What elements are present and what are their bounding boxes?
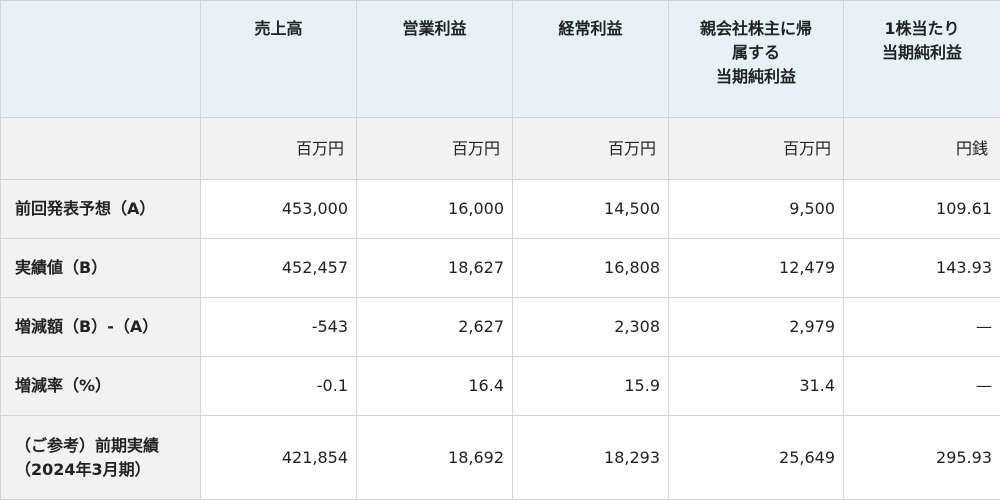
row-label: （ご参考）前期実績 （2024年3月期） [0, 415, 201, 500]
header-net-sales-label: 売上高 [254, 19, 303, 38]
value-cell: 31.4 [668, 356, 844, 416]
value-cell: 15.9 [512, 356, 669, 416]
unit-cell: 百万円 [512, 117, 669, 180]
table-row-change-amount: 増減額（B）-（A） -543 2,627 2,308 2,979 — [0, 297, 1000, 357]
value-cell: 18,692 [356, 415, 513, 500]
unit-cell: 百万円 [356, 117, 513, 180]
value-cell: — [843, 297, 1000, 357]
value-cell: 2,308 [512, 297, 669, 357]
table-row-prior-year-reference: （ご参考）前期実績 （2024年3月期） 421,854 18,692 18,2… [0, 415, 1000, 500]
financial-results-table: 売上高 営業利益 経常利益 親会社株主に帰 属する 当期純利益 1株当たり 当期… [0, 0, 1000, 500]
header-row: 売上高 営業利益 経常利益 親会社株主に帰 属する 当期純利益 1株当たり 当期… [0, 0, 1000, 118]
value-cell: -543 [200, 297, 357, 357]
value-cell: 9,500 [668, 179, 844, 239]
value-cell: 25,649 [668, 415, 844, 500]
header-ordinary-profit: 経常利益 [512, 0, 669, 118]
header-operating-profit: 営業利益 [356, 0, 513, 118]
header-ordinary-profit-label: 経常利益 [558, 19, 623, 38]
table-row-previous-forecast: 前回発表予想（A） 453,000 16,000 14,500 9,500 10… [0, 179, 1000, 239]
header-net-sales: 売上高 [200, 0, 357, 118]
header-net-income-parent-line2: 属する [731, 43, 780, 62]
value-cell: 143.93 [843, 238, 1000, 298]
value-cell: -0.1 [200, 356, 357, 416]
row-label-text: 実績値（B） [15, 258, 108, 277]
value-cell: 2,627 [356, 297, 513, 357]
value-cell: 421,854 [200, 415, 357, 500]
row-label: 前回発表予想（A） [0, 179, 201, 239]
table-row-actual: 実績値（B） 452,457 18,627 16,808 12,479 143.… [0, 238, 1000, 298]
table-row-change-rate: 増減率（%） -0.1 16.4 15.9 31.4 — [0, 356, 1000, 416]
value-cell: 18,627 [356, 238, 513, 298]
header-eps-line2: 当期純利益 [881, 43, 962, 62]
header-net-income-parent-line1: 親会社株主に帰 [699, 19, 812, 38]
header-net-income-parent: 親会社株主に帰 属する 当期純利益 [668, 0, 844, 118]
value-cell: 295.93 [843, 415, 1000, 500]
value-cell: — [843, 356, 1000, 416]
row-label: 増減率（%） [0, 356, 201, 416]
header-eps-line1: 1株当たり [884, 19, 960, 38]
value-cell: 14,500 [512, 179, 669, 239]
header-operating-profit-label: 営業利益 [402, 19, 467, 38]
unit-cell: 百万円 [668, 117, 844, 180]
header-eps: 1株当たり 当期純利益 [843, 0, 1000, 118]
row-label-text: 増減率（%） [15, 376, 112, 395]
row-label-text: （ご参考）前期実績 [15, 435, 160, 455]
unit-cell: 百万円 [200, 117, 357, 180]
row-label: 増減額（B）-（A） [0, 297, 201, 357]
row-label-text: 増減額（B）-（A） [15, 317, 159, 336]
value-cell: 16.4 [356, 356, 513, 416]
unit-cell: 円銭 [843, 117, 1000, 180]
value-cell: 109.61 [843, 179, 1000, 239]
value-cell: 16,000 [356, 179, 513, 239]
unit-corner [0, 117, 201, 180]
header-net-income-parent-line3: 当期純利益 [715, 67, 796, 86]
value-cell: 453,000 [200, 179, 357, 239]
header-corner [0, 0, 201, 118]
value-cell: 12,479 [668, 238, 844, 298]
value-cell: 16,808 [512, 238, 669, 298]
value-cell: 452,457 [200, 238, 357, 298]
row-label: 実績値（B） [0, 238, 201, 298]
row-label-subtext: （2024年3月期） [15, 459, 151, 479]
value-cell: 2,979 [668, 297, 844, 357]
unit-row: 百万円 百万円 百万円 百万円 円銭 [0, 117, 1000, 180]
row-label-text: 前回発表予想（A） [15, 199, 156, 218]
value-cell: 18,293 [512, 415, 669, 500]
